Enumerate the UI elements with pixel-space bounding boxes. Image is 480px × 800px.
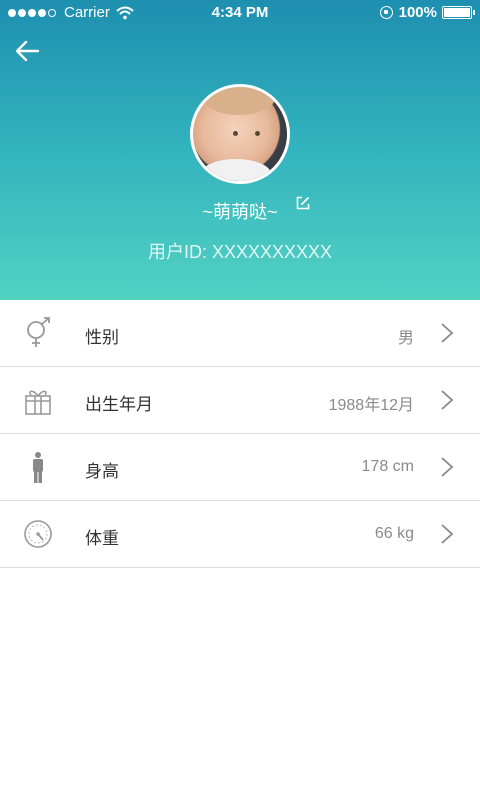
gender-value: 男: [397, 330, 414, 347]
list-item-weight[interactable]: 体重 66 kg: [0, 501, 480, 568]
user-id: 用户ID: XXXXXXXXXX: [147, 242, 333, 262]
battery-icon: [442, 6, 475, 19]
list-item-height[interactable]: 身高 178 cm: [0, 434, 480, 501]
status-bar: Carrier 4:34 PM 100%: [0, 0, 480, 26]
edit-icon: [296, 196, 310, 210]
status-right: 100%: [379, 4, 475, 21]
avatar[interactable]: [190, 84, 290, 184]
username[interactable]: ~萌萌哒~: [202, 198, 277, 224]
weight-label: 体重: [85, 529, 119, 548]
height-label: 身高: [85, 462, 119, 481]
gift-icon: [25, 390, 51, 415]
profile-header: Carrier 4:34 PM 100% ~萌萌哒~ 用户ID: XXXXXXX…: [0, 0, 480, 300]
birthdate-label: 出生年月: [85, 395, 153, 414]
gender-icon: [27, 317, 50, 347]
battery-percentage: 100%: [398, 4, 437, 21]
chevron-right-icon: [441, 323, 454, 343]
weight-value: 66 kg: [374, 525, 414, 542]
chevron-right-icon: [441, 524, 454, 544]
height-value: 178 cm: [361, 458, 414, 475]
chevron-right-icon: [441, 457, 454, 477]
scale-icon: [24, 520, 52, 548]
profile-info-list: 性别 男 出生年月 1988年12月 身高 178 cm 体重 66 kg: [0, 300, 480, 568]
arrow-left-icon: [15, 40, 40, 62]
gender-label: 性别: [85, 328, 119, 347]
list-item-gender[interactable]: 性别 男: [0, 300, 480, 367]
edit-name-button[interactable]: [296, 196, 310, 210]
back-button[interactable]: [12, 36, 44, 66]
birthdate-value: 1988年12月: [328, 397, 414, 414]
chevron-right-icon: [441, 390, 454, 410]
username-row: ~萌萌哒~: [0, 198, 480, 228]
rotation-lock-icon: [379, 6, 393, 19]
person-icon: [33, 452, 43, 483]
list-item-birthdate[interactable]: 出生年月 1988年12月: [0, 367, 480, 434]
